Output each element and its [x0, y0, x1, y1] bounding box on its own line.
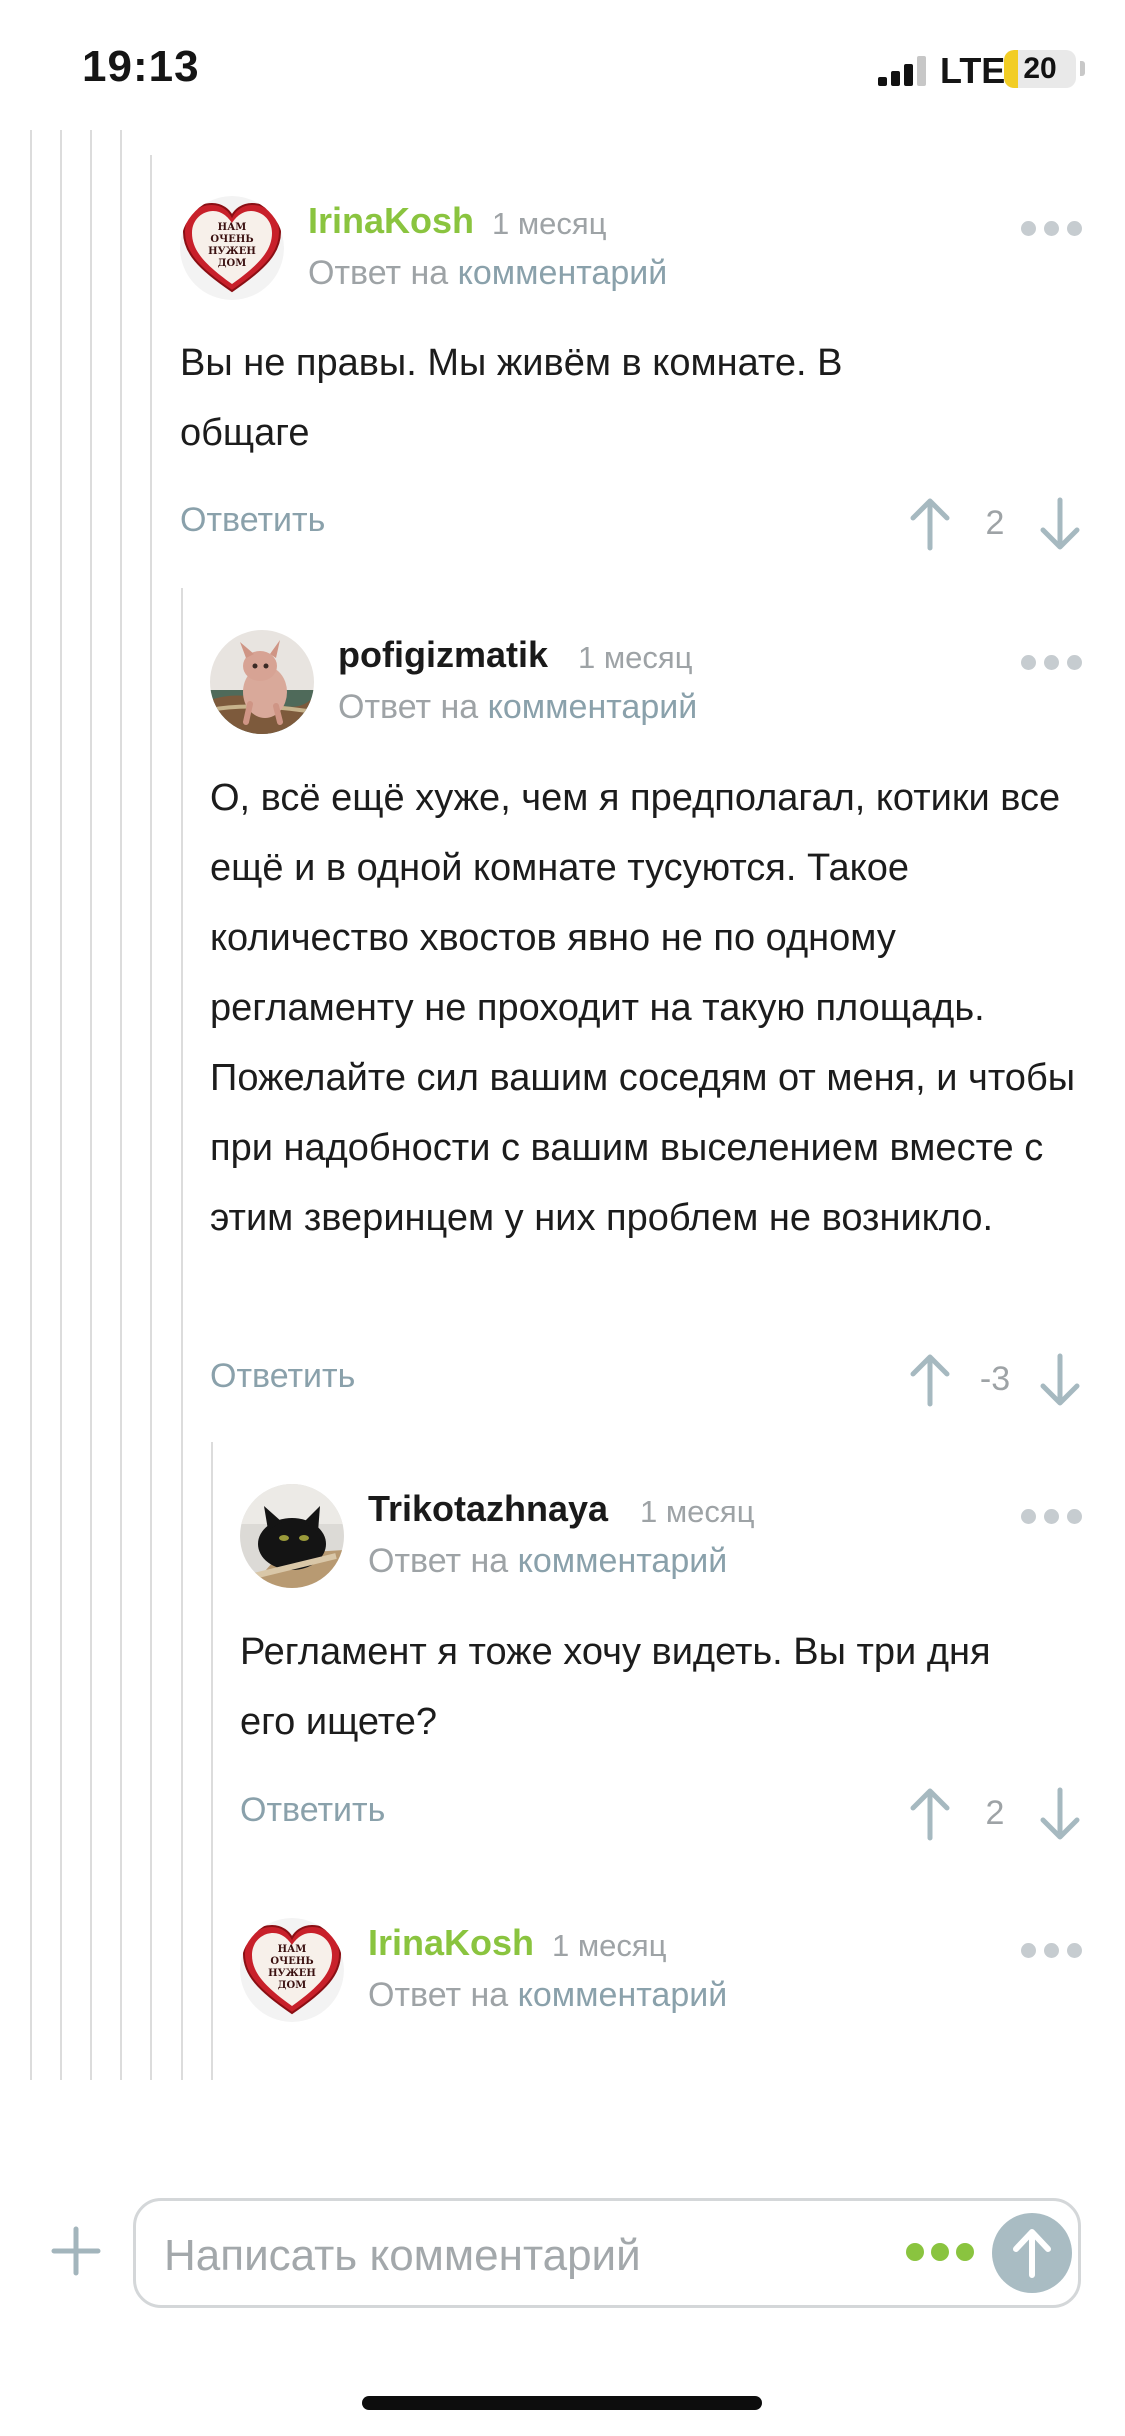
- vote-controls: 2: [905, 1786, 1085, 1846]
- reply-to: Ответ на комментарий: [308, 254, 667, 293]
- svg-text:ОЧЕНЬ: ОЧЕНЬ: [210, 234, 253, 245]
- svg-text:НАМ: НАМ: [278, 1944, 307, 1955]
- vote-controls: 2: [905, 496, 1085, 556]
- comment-input[interactable]: Написать комментарий: [133, 2198, 1081, 2308]
- battery-icon: 20: [1004, 50, 1076, 88]
- thread-line: [211, 1442, 213, 2080]
- reply-to-prefix: Ответ на: [368, 1976, 509, 2014]
- comment-text: О, всё ещё хуже, чем я предполагал, коти…: [210, 777, 1076, 1239]
- svg-text:ОЧЕНЬ: ОЧЕНЬ: [270, 1956, 313, 1967]
- vote-score: 2: [985, 504, 1005, 542]
- reply-to: Ответ на комментарий: [368, 1542, 727, 1581]
- downvote-icon[interactable]: [1035, 1352, 1085, 1408]
- vote-score: -3: [979, 1360, 1011, 1398]
- status-time: 19:13: [82, 42, 200, 91]
- comment-time: 1 месяц: [552, 1928, 667, 1963]
- more-options-icon[interactable]: [1021, 1504, 1083, 1528]
- network-label: LTE: [940, 50, 1006, 91]
- comment-author[interactable]: IrinaKosh: [368, 1922, 534, 1964]
- avatar-sphynx-cat-icon[interactable]: [210, 630, 314, 734]
- comment-time: 1 месяц: [640, 1494, 755, 1529]
- plus-icon[interactable]: [50, 2225, 102, 2277]
- downvote-icon[interactable]: [1035, 1786, 1085, 1842]
- downvote-icon[interactable]: [1035, 496, 1085, 552]
- upvote-icon[interactable]: [905, 496, 955, 552]
- reply-to-prefix: Ответ на: [338, 688, 479, 726]
- svg-text:НУЖЕН: НУЖЕН: [268, 1968, 316, 1979]
- home-indicator: [362, 2396, 762, 2410]
- reply-to-prefix: Ответ на: [308, 254, 449, 292]
- reply-to: Ответ на комментарий: [368, 1976, 727, 2015]
- thread-line: [60, 130, 62, 2080]
- comment-text: Вы не правы. Мы живём в комнате. В общаг…: [180, 342, 843, 454]
- more-options-icon[interactable]: [1021, 1938, 1083, 1962]
- reply-to-link[interactable]: комментарий: [518, 1976, 728, 2014]
- reply-to-prefix: Ответ на: [368, 1542, 509, 1580]
- comment-author[interactable]: IrinaKosh: [308, 200, 474, 242]
- signal-icon: [878, 56, 928, 86]
- vote-controls: -3: [905, 1352, 1085, 1412]
- svg-text:НУЖЕН: НУЖЕН: [208, 246, 256, 257]
- more-options-icon[interactable]: [1021, 650, 1083, 674]
- comment-author[interactable]: pofigizmatik: [338, 634, 548, 676]
- reply-to-link[interactable]: комментарий: [458, 254, 668, 292]
- comment-author[interactable]: Trikotazhnaya: [368, 1488, 608, 1530]
- comment-input-placeholder: Написать комментарий: [164, 2231, 641, 2280]
- reply-to-link[interactable]: комментарий: [518, 1542, 728, 1580]
- vote-score: 2: [985, 1794, 1005, 1832]
- upvote-icon[interactable]: [905, 1786, 955, 1842]
- more-options-icon[interactable]: [1021, 216, 1083, 240]
- reply-button[interactable]: Ответить: [240, 1791, 385, 1830]
- reply-button[interactable]: Ответить: [210, 1357, 355, 1396]
- svg-text:ДОМ: ДОМ: [218, 258, 247, 269]
- comment: НАМ ОЧЕНЬ НУЖЕН ДОМ IrinaKosh 1 месяц От…: [240, 1918, 1085, 2038]
- avatar-black-cat-icon[interactable]: [240, 1484, 344, 1588]
- comment-time: 1 месяц: [578, 640, 693, 675]
- reply-button[interactable]: Ответить: [180, 501, 325, 540]
- options-dots-icon[interactable]: [906, 2243, 976, 2263]
- upvote-icon[interactable]: [905, 1352, 955, 1408]
- comment: Trikotazhnaya 1 месяц Ответ на комментар…: [240, 1484, 1085, 1844]
- comment: pofigizmatik 1 месяц Ответ на комментари…: [210, 630, 1085, 1407]
- comment: НАМ ОЧЕНЬ НУЖЕН ДОМ IrinaKosh 1 месяц От…: [180, 196, 1085, 566]
- thread-line: [150, 155, 152, 2080]
- avatar-heart-icon[interactable]: НАМ ОЧЕНЬ НУЖЕН ДОМ: [240, 1918, 344, 2022]
- thread-line: [90, 130, 92, 2080]
- reply-to-link[interactable]: комментарий: [488, 688, 698, 726]
- battery-cap: [1080, 61, 1085, 76]
- comment-time: 1 месяц: [492, 206, 607, 241]
- thread-line: [181, 588, 183, 2080]
- thread-line: [30, 130, 32, 2080]
- svg-text:ДОМ: ДОМ: [278, 1980, 307, 1991]
- reply-to: Ответ на комментарий: [338, 688, 697, 727]
- send-button[interactable]: [992, 2213, 1072, 2293]
- svg-text:НАМ: НАМ: [218, 222, 247, 233]
- thread-line: [120, 130, 122, 2080]
- avatar-heart-icon[interactable]: НАМ ОЧЕНЬ НУЖЕН ДОМ: [180, 196, 284, 300]
- battery-level: 20: [1023, 52, 1057, 85]
- status-bar: 19:13 LTE 20: [0, 0, 1125, 130]
- comment-text: Регламент я тоже хочу видеть. Вы три дня…: [240, 1631, 991, 1743]
